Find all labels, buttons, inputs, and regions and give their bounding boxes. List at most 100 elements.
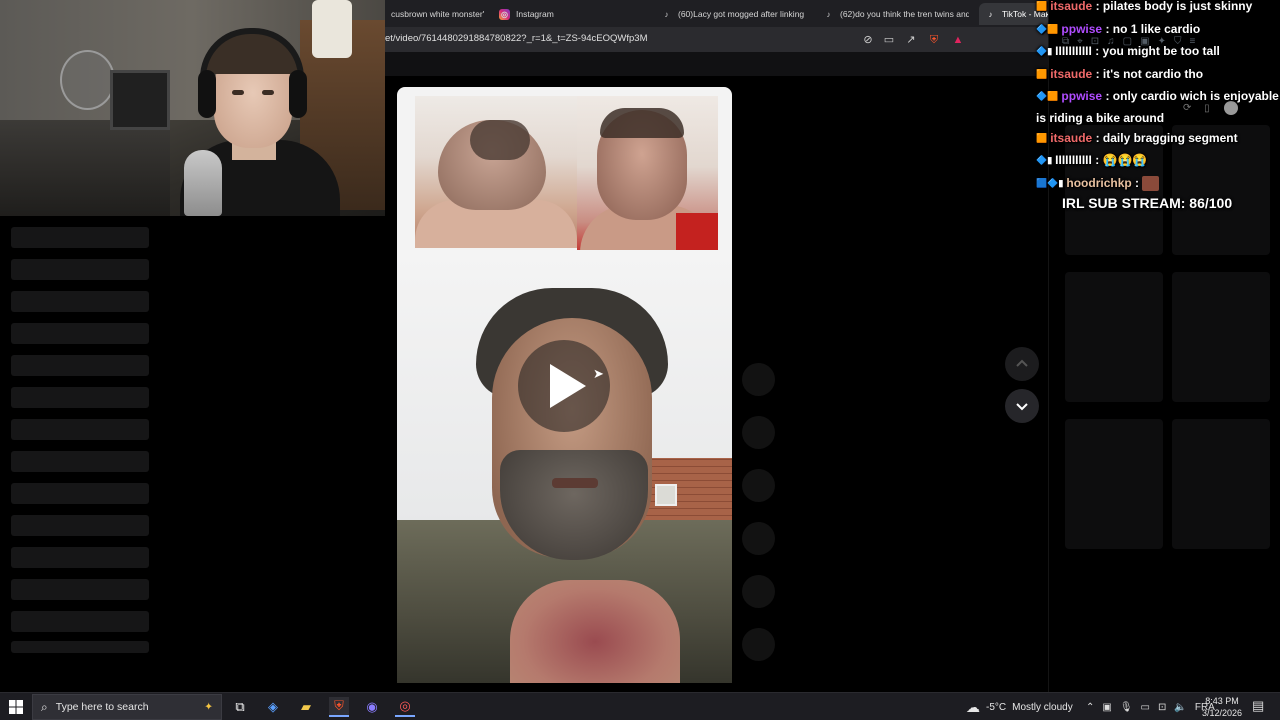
- taskbar-clock[interactable]: 8:43 PM 3/12/2026: [1196, 695, 1248, 719]
- brave-shields-icon[interactable]: ⛨: [927, 33, 941, 47]
- url-field[interactable]: et/video/7614480291884780822?_r=1&_t=ZS-…: [385, 33, 648, 44]
- video-thumbnail-skeleton[interactable]: [1172, 272, 1270, 402]
- building-window: [655, 484, 677, 506]
- webcam-monitor: [110, 70, 170, 130]
- webcam-bed: [0, 120, 170, 216]
- skeleton-row: [11, 641, 149, 653]
- translate-icon[interactable]: ⊘: [861, 33, 875, 47]
- skeleton-row: [11, 355, 149, 376]
- chevron-down-icon: [1016, 403, 1028, 411]
- screen: cusbrown white monster' c ◎ Instagram ♪ …: [0, 0, 1280, 720]
- skeleton-row: [11, 323, 149, 344]
- clock-time: 8:43 PM: [1205, 696, 1239, 706]
- copilot-icon[interactable]: ◈: [263, 697, 283, 717]
- photo-hair: [470, 120, 530, 160]
- video-thumbnail-skeleton[interactable]: [1065, 272, 1163, 402]
- chat-badges: 🟧: [1036, 69, 1048, 80]
- chat-message: 🟧 itsaude : daily bragging segment: [1036, 128, 1280, 150]
- notification-icon[interactable]: ▤: [1252, 698, 1264, 714]
- stream-chat-overlay: 🟧 itsaude : pilates body is just skinny 🔷…: [1036, 0, 1280, 215]
- tab-label: cusbrown white monster' c: [391, 9, 485, 19]
- video-thumbnail-skeleton[interactable]: [1065, 419, 1163, 549]
- tab-label: (62)do you think the tren twins and t: [840, 9, 969, 19]
- sound-button[interactable]: [742, 628, 775, 661]
- chat-badges: 🔷▮: [1036, 46, 1053, 57]
- chat-username: IIIIIIIIIII: [1055, 153, 1092, 167]
- chat-message: 🟦🔷▮ hoodrichkp :: [1036, 173, 1280, 195]
- webcam-feed: [0, 0, 385, 216]
- weather-desc: Mostly cloudy: [1012, 701, 1073, 713]
- chat-badges: 🔷▮: [1036, 155, 1053, 166]
- chat-text: 😭😭😭: [1102, 153, 1148, 167]
- tab-label: Instagram: [516, 9, 554, 19]
- network-icon[interactable]: ⊡: [1158, 702, 1166, 713]
- search-placeholder: Type here to search: [55, 701, 149, 713]
- brave-rewards-icon[interactable]: ▲: [951, 33, 965, 47]
- skeleton-row: [11, 451, 149, 472]
- chat-badges: 🟧: [1036, 133, 1048, 144]
- task-view-icon[interactable]: ⧉: [230, 697, 250, 717]
- sub-stream-goal: IRL SUB STREAM: 86/100: [1062, 195, 1233, 211]
- cast-icon[interactable]: ▭: [882, 33, 896, 47]
- tab-tiktok-tren[interactable]: ♪ (62)do you think the tren twins and t: [817, 3, 970, 25]
- chat-text: it's not cardio tho: [1102, 67, 1204, 81]
- chat-badges: 🟧: [1036, 1, 1048, 12]
- chat-message: 🔷▮ IIIIIIIIIII : 😭😭😭: [1036, 150, 1280, 172]
- obs-icon[interactable]: ◎: [395, 697, 415, 717]
- chevron-up-icon[interactable]: ⌃: [1086, 702, 1094, 713]
- headphone-cup-left: [198, 70, 216, 118]
- taskbar-search-input[interactable]: ⌕ Type here to search ✦: [32, 694, 222, 720]
- photo-red-background: [676, 213, 718, 253]
- chat-username: ppwise: [1061, 22, 1103, 36]
- tab-label: (60)Lacy got mogged after linking u|: [678, 9, 807, 19]
- video-man-chest: [510, 580, 680, 683]
- share-button[interactable]: [742, 522, 775, 555]
- battery-icon[interactable]: ▭: [1141, 702, 1150, 713]
- camera-icon[interactable]: ▣: [1102, 702, 1111, 713]
- chat-text: you might be too tall: [1102, 44, 1220, 58]
- start-button[interactable]: [0, 693, 32, 720]
- chat-text: pilates body is just skinny: [1102, 0, 1253, 13]
- tiktok-icon: ♪: [826, 9, 831, 19]
- volume-icon[interactable]: 🔈: [1174, 702, 1186, 713]
- chat-username: IIIIIIIIIII: [1055, 44, 1092, 58]
- webcam-supplement-tub: [312, 0, 352, 58]
- webcam-fan: [60, 50, 115, 110]
- tab-instagram[interactable]: ◎ Instagram: [493, 3, 643, 25]
- tab-tiktok-lacy[interactable]: ♪ (60)Lacy got mogged after linking u|: [655, 3, 808, 25]
- chat-message: 🟧 itsaude : pilates body is just skinny: [1036, 0, 1280, 18]
- search-icon: ⌕: [41, 699, 48, 714]
- skeleton-row: [11, 259, 149, 280]
- more-button[interactable]: [742, 575, 775, 608]
- weather-temp: -5°C: [986, 701, 1007, 713]
- headphone-cup-right: [289, 70, 307, 118]
- tiktok-icon: ♪: [664, 9, 669, 19]
- like-button[interactable]: [742, 363, 775, 396]
- video-thumbnail-skeleton[interactable]: [1172, 419, 1270, 549]
- previous-video-button[interactable]: [1005, 347, 1039, 381]
- chat-message: 🟧 itsaude : it's not cardio tho: [1036, 64, 1280, 86]
- weather-widget[interactable]: ☁ -5°C Mostly cloudy: [966, 693, 1073, 720]
- cloudy-icon: ☁: [966, 698, 980, 715]
- play-icon: [550, 364, 586, 408]
- comment-button[interactable]: [742, 416, 775, 449]
- skeleton-row: [11, 579, 149, 600]
- chat-badges: 🟦🔷▮: [1036, 178, 1064, 189]
- share-icon[interactable]: ↗: [904, 33, 918, 47]
- next-video-button[interactable]: [1005, 389, 1039, 423]
- page-header-strip: [385, 52, 1048, 76]
- play-button[interactable]: [518, 340, 610, 432]
- bookmark-button[interactable]: [742, 469, 775, 502]
- brave-browser-icon[interactable]: ⛨: [329, 697, 349, 717]
- discord-icon[interactable]: ◉: [362, 697, 382, 717]
- tab-search[interactable]: cusbrown white monster' c: [385, 3, 485, 25]
- file-explorer-icon[interactable]: ▰: [296, 697, 316, 717]
- address-bar: et/video/7614480291884780822?_r=1&_t=ZS-…: [385, 27, 1048, 52]
- skeleton-row: [11, 291, 149, 312]
- microphone-icon[interactable]: 🎙: [1120, 702, 1133, 713]
- chat-username: itsaude: [1050, 67, 1093, 81]
- chat-message: 🔷🟧 ppwise : no 1 like cardio: [1036, 19, 1280, 41]
- search-highlight-icon: ✦: [204, 701, 213, 713]
- chat-text: no 1 like cardio: [1112, 22, 1201, 36]
- windows-taskbar: ⌕ Type here to search ✦ ⧉ ◈ ▰ ⛨ ◉ ◎ ☁ -5…: [0, 692, 1280, 720]
